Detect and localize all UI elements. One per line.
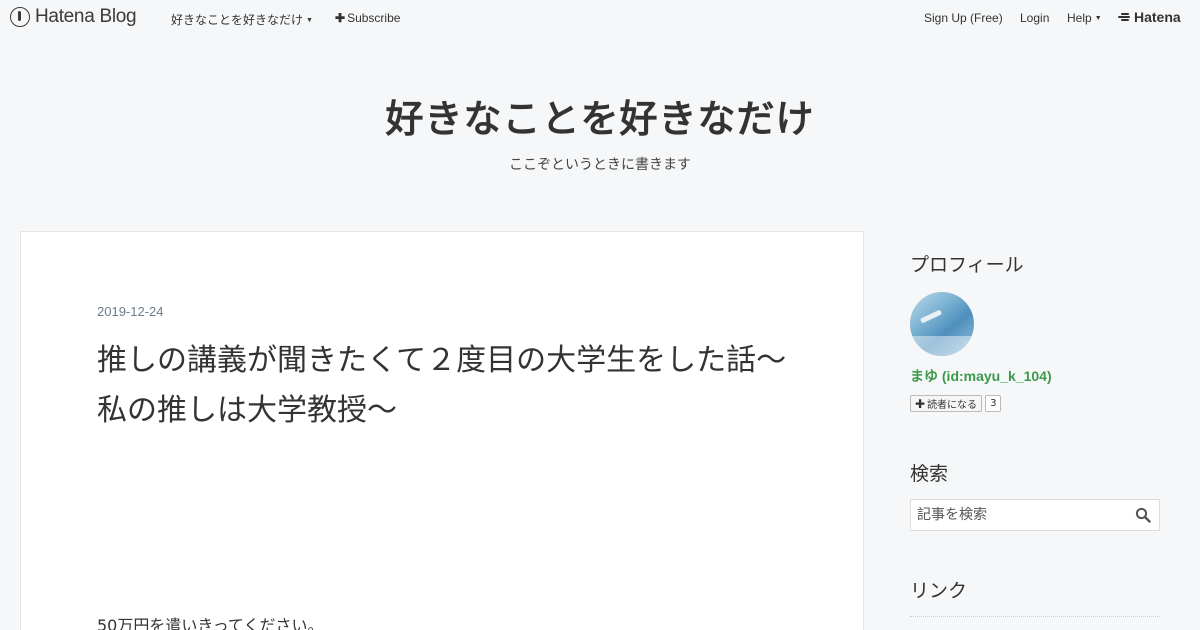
reader-button-label: 読者になる (927, 400, 978, 411)
blog-menu-label: 好きなことを好きなだけ (171, 13, 304, 27)
entry-title[interactable]: 推しの講義が聞きたくて２度目の大学生をした話～私の推しは大学教授～ (97, 336, 797, 436)
profile-module-title: プロフィール (910, 254, 1024, 276)
entry-body-text: 50万円を遣いきってください。 (97, 616, 324, 630)
caret-down-icon: ▼ (306, 17, 313, 24)
brand-text: Hatena Blog (35, 6, 137, 27)
sidebar: プロフィール まゆ (id:mayu_k_104) ✚ 読者になる 3 検索 リ… (910, 250, 1160, 617)
links-module-title: リンク (910, 580, 968, 602)
divider (910, 616, 1160, 617)
plus-icon: ✚ (915, 396, 926, 411)
help-label: Help (1067, 11, 1092, 25)
subscribe-button[interactable]: ✚ Subscribe (335, 11, 400, 25)
search-icon[interactable] (1135, 507, 1151, 523)
hatena-lines-icon (1118, 12, 1132, 22)
blog-menu[interactable]: 好きなことを好きなだけ ▼ (171, 11, 313, 28)
reader-subscribe-row: ✚ 読者になる 3 (910, 395, 1002, 412)
global-header: Hatena Blog 好きなことを好きなだけ ▼ ✚ Subscribe Sign… (0, 0, 1200, 36)
hatena-logo-text: Hatena (1134, 9, 1181, 25)
avatar[interactable] (910, 292, 974, 356)
hatena-blog-logo[interactable]: Hatena Blog (10, 6, 137, 28)
login-link[interactable]: Login (1020, 11, 1049, 25)
help-menu[interactable]: Help ▼ (1067, 11, 1102, 25)
signup-link[interactable]: Sign Up (Free) (924, 11, 1003, 25)
search-form (910, 499, 1160, 531)
hatena-blog-mark-icon (10, 7, 30, 27)
subscribe-label: Subscribe (347, 11, 401, 25)
search-module-title: 検索 (910, 463, 949, 485)
caret-down-icon: ▼ (1094, 15, 1102, 22)
reader-subscribe-button[interactable]: ✚ 読者になる (910, 395, 983, 412)
entry-card: 2019-12-24 推しの講義が聞きたくて２度目の大学生をした話～私の推しは大… (20, 231, 864, 630)
profile-name-link[interactable]: まゆ (id:mayu_k_104) (910, 366, 1052, 386)
entry-date[interactable]: 2019-12-24 (97, 304, 164, 319)
plus-icon: ✚ (335, 11, 346, 25)
reader-count: 3 (985, 395, 1002, 412)
search-input[interactable] (911, 500, 1129, 530)
blog-title[interactable]: 好きなことを好きなだけ (0, 88, 1200, 143)
hatena-logo[interactable]: Hatena (1118, 9, 1181, 25)
blog-description: ここぞというときに書きます (509, 157, 691, 173)
